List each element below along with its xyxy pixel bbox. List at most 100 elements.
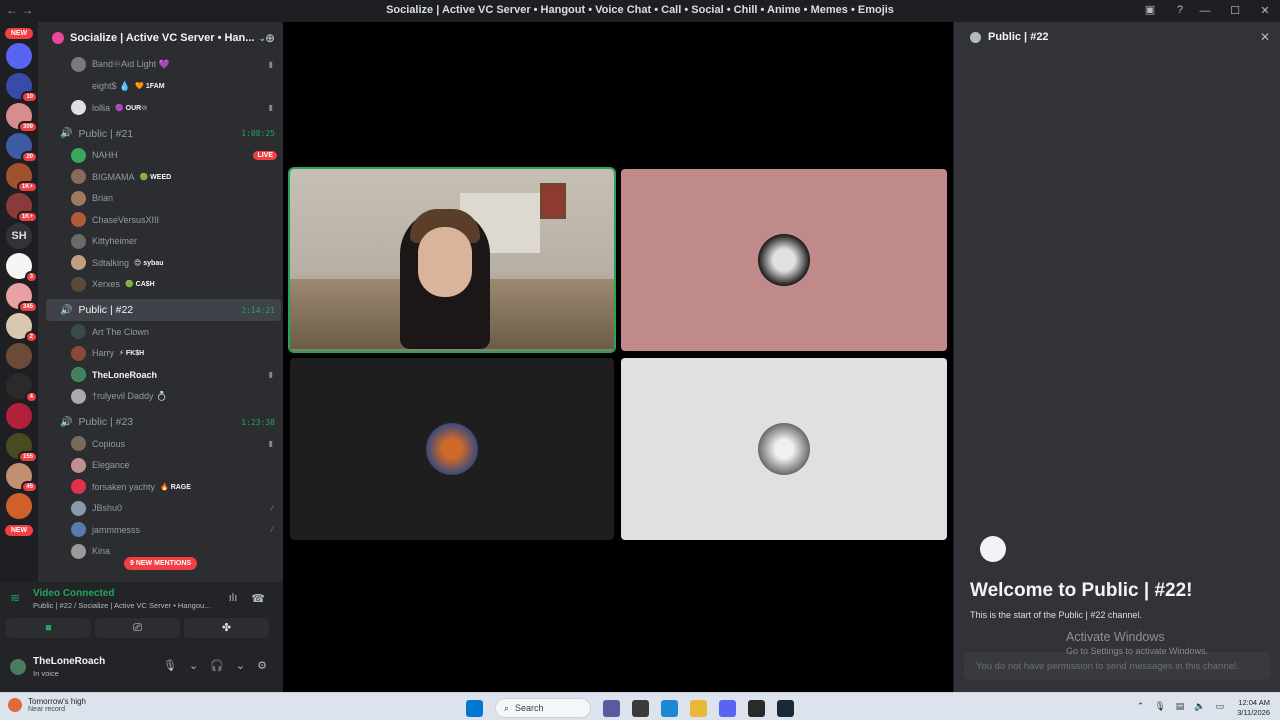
- close-button[interactable]: ✕: [1250, 0, 1280, 22]
- microphone-icon[interactable]: 🎙: [163, 659, 177, 672]
- server-icon[interactable]: 2: [6, 313, 38, 343]
- voice-member[interactable]: Harry ⚡ FK$H: [38, 343, 283, 365]
- server-icon[interactable]: 1K+: [6, 163, 38, 193]
- voice-member[interactable]: eight$ 💧 🧡 1FAM: [38, 76, 283, 98]
- search-icon: ⌕: [504, 702, 510, 713]
- battery-icon[interactable]: ▭: [1215, 701, 1224, 712]
- weather-widget[interactable]: Tomorrow's high Near record: [8, 697, 86, 713]
- voice-member[interactable]: BIGMAMA 🟢 WEED: [38, 166, 283, 188]
- weather-icon: [8, 698, 22, 712]
- disconnect-icon[interactable]: ☎: [251, 592, 265, 605]
- video-tile-avatar[interactable]: [621, 169, 947, 351]
- voice-member[interactable]: Sdtalking 😊 sybau: [38, 252, 283, 274]
- server-icon[interactable]: 155: [6, 433, 38, 463]
- file-explorer-icon[interactable]: [690, 699, 707, 717]
- server-icon[interactable]: 4: [6, 373, 38, 403]
- server-icon-sh[interactable]: SH: [6, 223, 32, 249]
- screen-share-button[interactable]: ⎚: [95, 618, 180, 638]
- voice-member[interactable]: Kittyheimer: [38, 231, 283, 253]
- server-icon[interactable]: [6, 403, 32, 429]
- video-tile-avatar[interactable]: [621, 358, 947, 540]
- voice-member[interactable]: NAHH LIVE: [38, 145, 283, 167]
- avatar: [71, 255, 86, 271]
- activities-button[interactable]: ✤: [184, 618, 269, 638]
- server-icon[interactable]: 3: [6, 253, 38, 283]
- voice-member[interactable]: Copious ▮: [38, 433, 283, 455]
- voice-member[interactable]: Brian: [38, 188, 283, 210]
- server-icon[interactable]: 20: [6, 133, 38, 163]
- server-icon[interactable]: 345: [6, 283, 38, 313]
- avatar: [71, 543, 86, 559]
- chevron-up-icon[interactable]: ⌃: [1137, 701, 1145, 712]
- avatar: [71, 190, 86, 206]
- voice-member[interactable]: forsaken yachty 🔥 RAGE: [38, 476, 283, 498]
- avatar: [71, 436, 86, 452]
- server-icon[interactable]: 309: [6, 103, 38, 133]
- voice-member[interactable]: Band♾Aid Light 💜 ▮: [38, 54, 283, 76]
- voice-member[interactable]: JBshu0 ⁄: [38, 498, 283, 520]
- avatar: [71, 324, 86, 340]
- voice-member-self[interactable]: TheLoneRoach ▮: [38, 364, 283, 386]
- voice-member[interactable]: Art The Clown: [38, 321, 283, 343]
- help-icon[interactable]: ?: [1172, 2, 1188, 18]
- system-tray: ⌃ 🎙 ▤ 🔈 ▭: [1137, 701, 1224, 712]
- server-icon[interactable]: 1K+: [6, 193, 38, 223]
- live-badge: LIVE: [253, 150, 277, 160]
- avatar: [71, 367, 86, 383]
- noise-suppression-icon[interactable]: ılı: [229, 592, 238, 605]
- server-icon[interactable]: [6, 343, 32, 369]
- window-title: Socialize | Active VC Server • Hangout •…: [386, 4, 894, 16]
- server-icon[interactable]: [6, 493, 32, 519]
- voice-member[interactable]: Elegance: [38, 455, 283, 477]
- microphone-icon[interactable]: 🎙: [1154, 701, 1165, 712]
- start-button-icon[interactable]: [466, 699, 483, 717]
- close-icon[interactable]: ✕: [1260, 30, 1270, 44]
- voice-channel-21[interactable]: 🔊 Public | #21 1:08:25: [46, 123, 281, 145]
- avatar: [71, 479, 86, 495]
- app-icon[interactable]: [748, 699, 765, 717]
- settings-gear-icon[interactable]: ⚙: [257, 659, 267, 672]
- video-tile-avatar[interactable]: [290, 358, 614, 540]
- headphones-icon[interactable]: 🎧: [210, 659, 224, 672]
- avatar[interactable]: [8, 657, 28, 677]
- network-icon[interactable]: ▤: [1176, 701, 1185, 712]
- guild-header[interactable]: Socialize | Active VC Server • Han... ⌄ …: [38, 22, 283, 54]
- volume-icon[interactable]: 🔈: [1194, 701, 1205, 712]
- server-icon[interactable]: 10: [6, 73, 38, 103]
- maximize-button[interactable]: ☐: [1220, 0, 1250, 22]
- voice-member[interactable]: ChaseVersusXIII: [38, 209, 283, 231]
- server-icon[interactable]: [6, 43, 32, 69]
- task-view-icon[interactable]: [632, 699, 649, 717]
- camera-icon: ▮: [268, 60, 273, 70]
- voice-status[interactable]: Video Connected: [33, 588, 115, 599]
- chevron-down-icon[interactable]: ⌄: [236, 659, 245, 672]
- guild-icon: [52, 32, 64, 44]
- user-name[interactable]: TheLoneRoach: [33, 656, 105, 667]
- voice-channel-23[interactable]: 🔊 Public | #23 1:23:38: [46, 411, 281, 433]
- voice-member[interactable]: jammmesss ⁄: [38, 519, 283, 541]
- taskbar-clock[interactable]: 12:04 AM 3/11/2026: [1237, 698, 1270, 718]
- voice-member[interactable]: lollia 🟣 OUR♾ ▮: [38, 97, 283, 119]
- message-input-disabled: You do not have permission to send messa…: [964, 652, 1271, 680]
- server-icon[interactable]: 45: [6, 463, 38, 493]
- camera-icon: ▮: [268, 103, 273, 113]
- add-member-icon[interactable]: ⊕: [265, 31, 275, 45]
- voice-location[interactable]: Public | #22 / Socialize | Active VC Ser…: [33, 601, 218, 610]
- avatar: [71, 457, 86, 473]
- voice-member[interactable]: †rulyevil Daddy 💍: [38, 386, 283, 408]
- camera-button[interactable]: ■: [6, 618, 91, 638]
- voice-member[interactable]: Xerxes 🟢 CA$H: [38, 274, 283, 296]
- taskbar-search[interactable]: ⌕ Search: [495, 698, 591, 718]
- chevron-down-icon[interactable]: ⌄: [189, 659, 198, 672]
- inbox-icon[interactable]: ▣: [1142, 2, 1158, 18]
- signal-icon[interactable]: ≋: [10, 591, 20, 605]
- video-tile-camera[interactable]: [288, 167, 616, 353]
- edge-browser-icon[interactable]: [661, 699, 678, 717]
- discord-app-icon[interactable]: [719, 699, 736, 717]
- voice-channel-22[interactable]: 🔊 Public | #22 2:14:21: [46, 299, 281, 321]
- copilot-icon[interactable]: [603, 699, 620, 717]
- minimize-button[interactable]: —: [1190, 0, 1220, 22]
- new-mentions-pill[interactable]: 9 NEW MENTIONS: [124, 557, 198, 570]
- steam-icon[interactable]: [777, 699, 794, 717]
- avatar: [758, 423, 810, 475]
